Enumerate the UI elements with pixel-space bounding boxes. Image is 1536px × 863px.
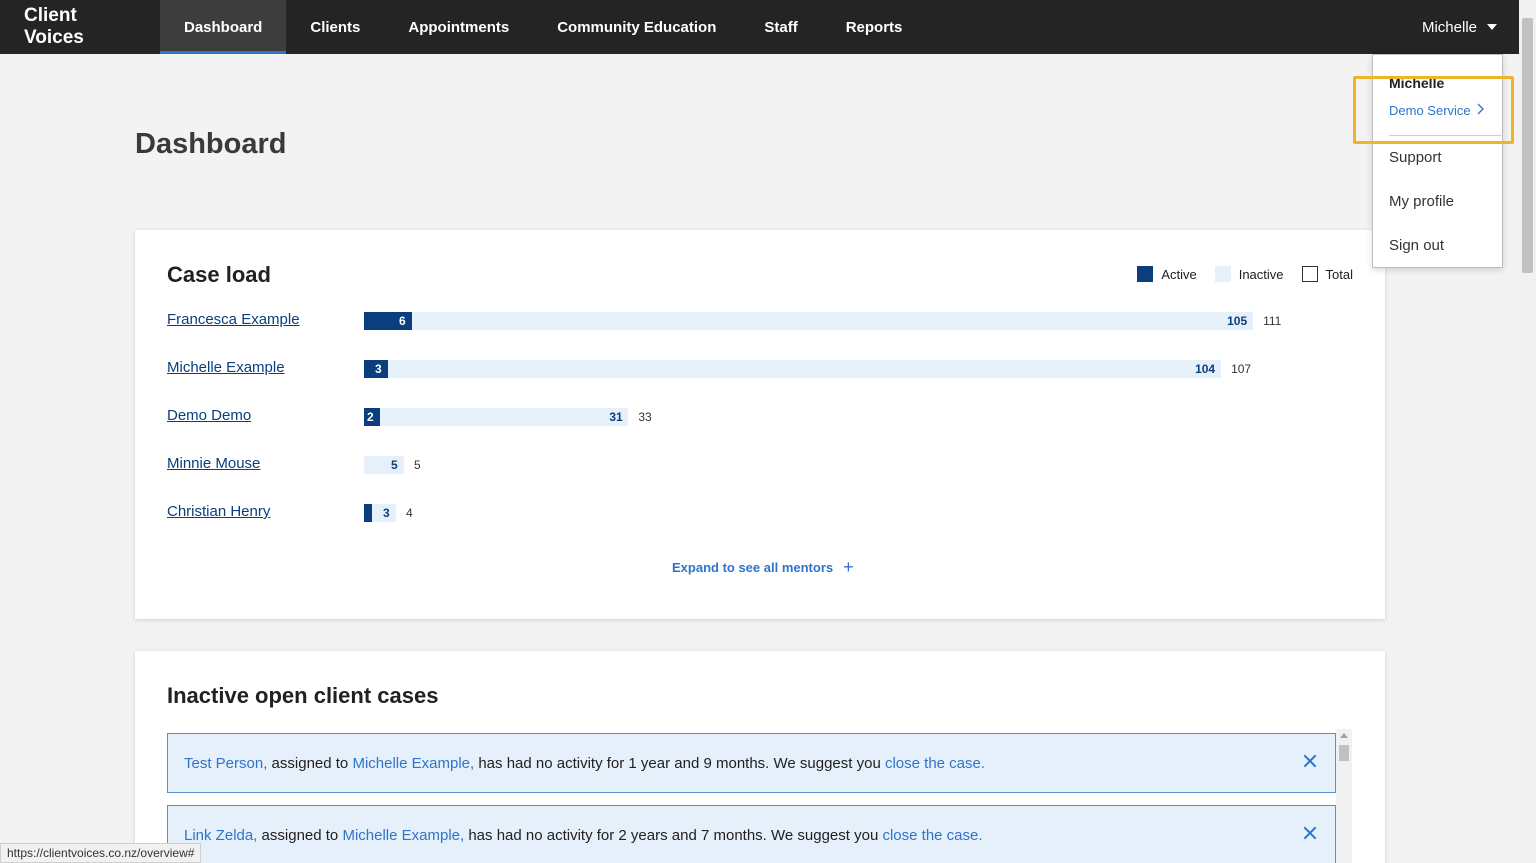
bar-inactive-label: 104 (1195, 362, 1216, 376)
dropdown-support[interactable]: Support (1389, 149, 1442, 166)
assigned-text: assigned to (261, 826, 339, 844)
assigned-text: assigned to (271, 754, 349, 772)
client-link[interactable]: Link Zelda, (184, 827, 257, 844)
dropdown-sign-out[interactable]: Sign out (1389, 237, 1444, 254)
bar-active-label: 2 (367, 410, 374, 424)
scroll-up-icon[interactable] (1340, 733, 1348, 738)
nav-community-education[interactable]: Community Education (533, 0, 740, 54)
alerts-scrollbar[interactable] (1336, 729, 1352, 863)
nav-reports[interactable]: Reports (822, 0, 927, 54)
nav-staff[interactable]: Staff (740, 0, 821, 54)
bar-active-label: 6 (399, 314, 406, 328)
dropdown-my-profile[interactable]: My profile (1389, 193, 1454, 210)
bar-total (364, 360, 1222, 378)
bar-total-label: 4 (406, 506, 413, 520)
bar-inactive-label: 3 (383, 506, 390, 520)
mentor-link[interactable]: Demo Demo (167, 407, 251, 424)
brand-logo[interactable]: Client Voices (0, 0, 160, 54)
bar-total (364, 408, 629, 426)
client-link[interactable]: Test Person, (184, 755, 267, 772)
plus-icon: + (843, 557, 854, 577)
page-scrollbar[interactable] (1519, 0, 1536, 863)
bar-active-label: 3 (375, 362, 382, 376)
inactive-case-alert: Test Person, assigned to Michelle Exampl… (167, 733, 1336, 793)
close-icon[interactable] (1303, 754, 1317, 768)
page-scroll-thumb[interactable] (1522, 18, 1533, 273)
bar-total (364, 312, 1254, 330)
bar-total-label: 33 (638, 410, 652, 424)
bar-total (364, 456, 405, 474)
page-title: Dashboard (135, 128, 287, 160)
bar-inactive-label: 5 (391, 458, 398, 472)
bar-active (364, 504, 372, 522)
mentor-link[interactable]: Michelle Example (167, 359, 285, 376)
user-menu-toggle[interactable]: Michelle (1422, 0, 1497, 54)
mentor-link[interactable]: Minnie Mouse (167, 455, 260, 472)
bar-total-label: 111 (1263, 314, 1282, 328)
scroll-thumb[interactable] (1339, 745, 1349, 761)
mentor-link[interactable]: Michelle Example, (352, 755, 474, 772)
caret-down-icon (1487, 24, 1497, 30)
mentor-link[interactable]: Francesca Example (167, 311, 300, 328)
close-icon[interactable] (1303, 826, 1317, 840)
highlight-box (1353, 76, 1514, 144)
close-case-link[interactable]: close the case. (882, 827, 982, 844)
bar-inactive-label: 105 (1227, 314, 1248, 328)
expand-mentors-label: Expand to see all mentors (672, 560, 834, 575)
user-menu-name: Michelle (1421, 18, 1477, 36)
top-navbar: Client Voices Dashboard Clients Appointm… (0, 0, 1519, 54)
alert-message: has had no activity for 2 years and 7 mo… (468, 826, 879, 844)
bar-inactive-label: 31 (609, 410, 623, 424)
inactive-cases-card: Inactive open client cases Test Person, … (135, 651, 1385, 863)
mentor-link[interactable]: Christian Henry (167, 503, 270, 520)
alert-message: has had no activity for 1 year and 9 mon… (478, 754, 881, 772)
nav-clients[interactable]: Clients (286, 0, 384, 54)
nav-dashboard[interactable]: Dashboard (160, 0, 287, 54)
expand-mentors-button[interactable]: Expand to see all mentors + (672, 557, 854, 578)
close-case-link[interactable]: close the case. (885, 755, 985, 772)
caseload-card: Case load Active Inactive Total Francesc… (135, 230, 1385, 619)
bar-total-label: 5 (414, 458, 421, 472)
nav-appointments[interactable]: Appointments (384, 0, 533, 54)
page-content: Dashboard Case load Active Inactive Tota… (0, 54, 1519, 863)
inactive-cases-title: Inactive open client cases (167, 683, 439, 708)
status-url: https://clientvoices.co.nz/overview# (0, 843, 202, 863)
bar-total-label: 107 (1231, 362, 1252, 376)
inactive-case-alert: Link Zelda, assigned to Michelle Example… (167, 805, 1336, 863)
mentor-link[interactable]: Michelle Example, (342, 827, 464, 844)
